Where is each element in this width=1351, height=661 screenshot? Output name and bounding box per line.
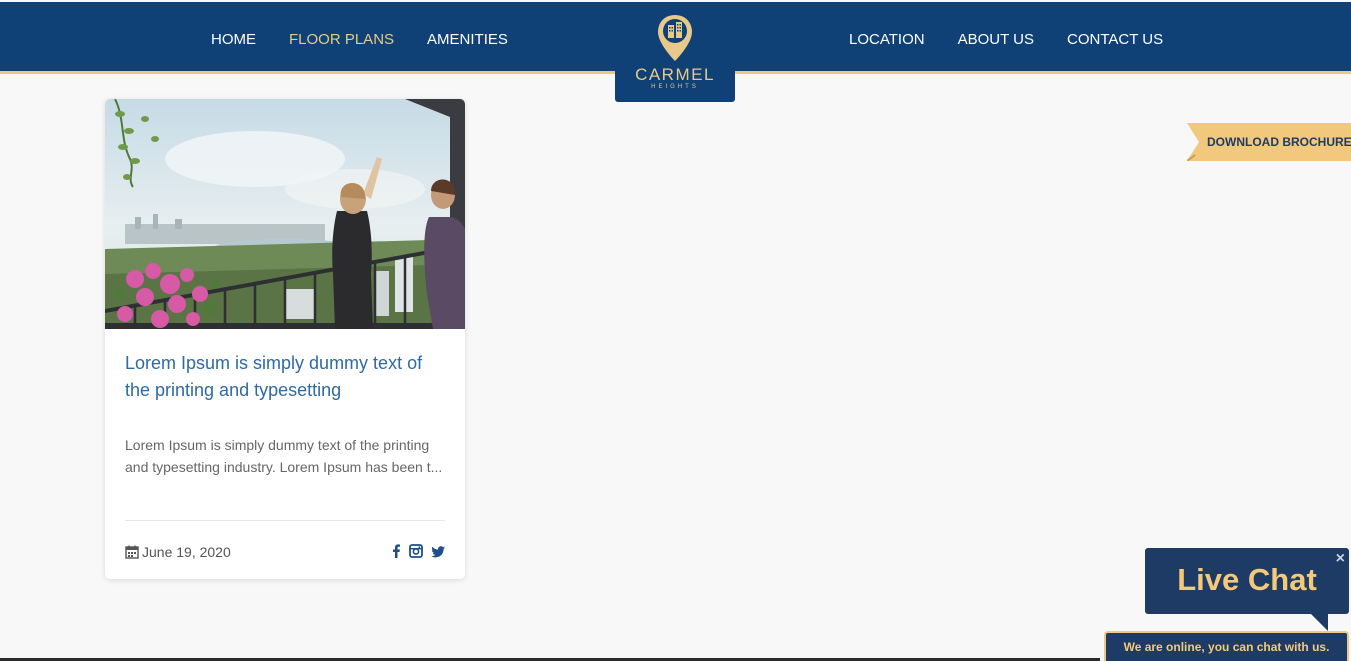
chat-bubble-tail [1310, 613, 1328, 631]
nav-location[interactable]: LOCATION [849, 31, 925, 48]
nav-about-us[interactable]: ABOUT US [958, 31, 1034, 48]
post-date-text: June 19, 2020 [142, 544, 231, 560]
logo-name: CARMEL [635, 65, 715, 84]
blog-post-card: Lorem Ipsum is simply dummy text of the … [105, 99, 465, 579]
logo-subtitle: HEIGHTS [651, 84, 699, 90]
live-chat-title: Live Chat [1177, 562, 1317, 597]
nav-amenities[interactable]: AMENITIES [427, 31, 508, 48]
social-share-group [391, 544, 445, 563]
facebook-icon[interactable] [391, 544, 401, 563]
download-brochure-label: DOWNLOAD BROCHURE [1207, 135, 1351, 149]
calendar-icon [125, 545, 139, 559]
close-icon[interactable]: × [1336, 550, 1345, 568]
instagram-icon[interactable] [409, 544, 423, 563]
nav-contact-us[interactable]: CONTACT US [1067, 31, 1163, 48]
post-excerpt: Lorem Ipsum is simply dummy text of the … [125, 437, 443, 475]
nav-left-group: HOME FLOOR PLANS AMENITIES [211, 31, 508, 48]
nav-right-group: LOCATION ABOUT US CONTACT US [849, 31, 1163, 48]
live-chat-widget[interactable]: Live Chat × [1145, 548, 1349, 614]
location-pin-building-icon [658, 15, 692, 61]
nav-floor-plans[interactable]: FLOOR PLANS [289, 31, 394, 48]
card-divider [125, 520, 445, 521]
post-date: June 19, 2020 [125, 544, 231, 560]
site-logo[interactable]: CARMEL HEIGHTS [615, 2, 735, 102]
post-image[interactable] [105, 99, 465, 329]
post-title[interactable]: Lorem Ipsum is simply dummy text of the … [125, 350, 445, 404]
twitter-icon[interactable] [431, 545, 445, 563]
download-brochure-button[interactable]: DOWNLOAD BROCHURE [1187, 123, 1351, 161]
chat-status-bar[interactable]: We are online, you can chat with us. [1104, 631, 1349, 661]
nav-home[interactable]: HOME [211, 31, 256, 48]
